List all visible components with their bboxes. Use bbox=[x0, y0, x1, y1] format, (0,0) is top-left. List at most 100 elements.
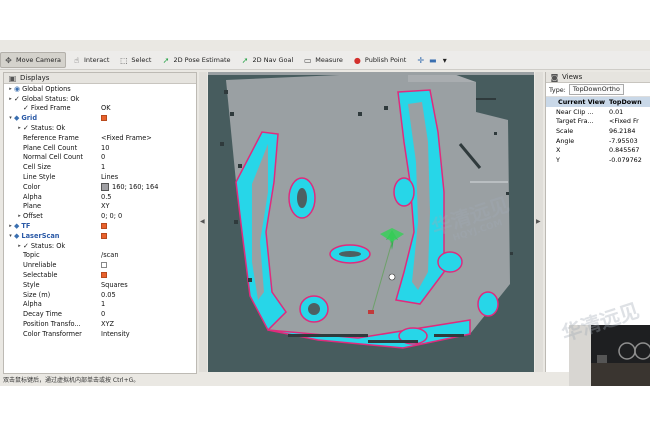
display-row-value[interactable]: Intensity bbox=[101, 329, 130, 339]
display-row[interactable]: Normal Cell Count 0 bbox=[4, 153, 196, 163]
display-row-label: Offset bbox=[23, 212, 43, 221]
tool-label: 2D Nav Goal bbox=[252, 56, 294, 64]
views-prop-value[interactable]: <Fixed Fr bbox=[605, 117, 650, 125]
collapse-left-icon[interactable]: ◀ bbox=[200, 218, 205, 225]
display-row[interactable]: Plane Cell Count 10 bbox=[4, 143, 196, 153]
views-row[interactable]: Angle -7.95503 bbox=[546, 136, 650, 146]
add-tool-button[interactable]: ✛ ▬ ▾ bbox=[413, 53, 456, 67]
views-row[interactable]: Near Clip ... 0.01 bbox=[546, 107, 650, 117]
views-prop-value[interactable]: -7.95503 bbox=[605, 137, 650, 145]
display-row[interactable]: ✓ Fixed Frame OK bbox=[4, 104, 196, 114]
display-row-label: Plane Cell Count bbox=[23, 143, 78, 152]
enable-checkbox[interactable] bbox=[101, 223, 107, 230]
tool-measure[interactable]: ▭ Measure bbox=[300, 53, 347, 67]
display-row[interactable]: Position Transfo... XYZ bbox=[4, 319, 196, 329]
expand-down-icon[interactable]: ▾ bbox=[7, 233, 14, 239]
views-prop-name: X bbox=[556, 146, 561, 155]
occupancy-map[interactable] bbox=[208, 72, 534, 372]
expand-right-icon[interactable]: ▸ bbox=[7, 96, 14, 102]
views-row[interactable]: Y -0.079762 bbox=[546, 155, 650, 165]
display-row-value[interactable] bbox=[101, 231, 109, 241]
expand-right-icon[interactable]: ▸ bbox=[7, 223, 14, 229]
display-row-value[interactable]: Lines bbox=[101, 172, 118, 182]
display-row[interactable]: ▾ ◆ LaserScan bbox=[4, 231, 196, 241]
display-row[interactable]: ▸ Offset 0; 0; 0 bbox=[4, 211, 196, 221]
display-row-label: Size (m) bbox=[23, 290, 51, 299]
display-row-value[interactable]: 0 bbox=[101, 309, 105, 319]
enable-checkbox[interactable] bbox=[101, 232, 107, 239]
display-row[interactable]: Decay Time 0 bbox=[4, 309, 196, 319]
views-row[interactable]: Scale 96.2184 bbox=[546, 126, 650, 136]
display-row-value[interactable] bbox=[101, 221, 109, 231]
display-row[interactable]: Cell Size 1 bbox=[4, 162, 196, 172]
enable-checkbox[interactable] bbox=[101, 262, 107, 269]
views-prop-value[interactable]: -0.079762 bbox=[605, 156, 650, 164]
display-row[interactable]: Size (m) 0.05 bbox=[4, 290, 196, 300]
views-prop-value[interactable]: 0.01 bbox=[605, 108, 650, 116]
color-swatch[interactable] bbox=[101, 182, 109, 191]
views-row[interactable]: Target Fra... <Fixed Fr bbox=[546, 117, 650, 127]
display-row-value[interactable]: 10 bbox=[101, 143, 109, 153]
display-row-label: Style bbox=[23, 280, 40, 289]
display-row-value[interactable]: /scan bbox=[101, 251, 119, 261]
tool-move-camera[interactable]: ✥ Move Camera bbox=[0, 52, 67, 68]
display-row[interactable]: ▸ ✓ Global Status: Ok bbox=[4, 94, 196, 104]
display-row[interactable]: Reference Frame <Fixed Frame> bbox=[4, 133, 196, 143]
tool-label: Select bbox=[131, 56, 152, 64]
views-prop-value[interactable]: 96.2184 bbox=[605, 127, 650, 135]
display-row[interactable]: ▸ ✓ Status: Ok bbox=[4, 241, 196, 251]
views-header: ◙ Views bbox=[546, 72, 650, 83]
views-prop-name: Angle bbox=[556, 136, 575, 145]
display-row-value[interactable] bbox=[101, 270, 109, 280]
enable-checkbox[interactable] bbox=[101, 272, 107, 279]
display-row[interactable]: Color Transformer Intensity bbox=[4, 329, 196, 339]
display-row-value[interactable] bbox=[101, 113, 109, 123]
display-row-value[interactable]: <Fixed Frame> bbox=[101, 133, 152, 143]
display-row-value[interactable]: 0; 0; 0 bbox=[101, 211, 122, 221]
display-row[interactable]: Alpha 1 bbox=[4, 300, 196, 310]
display-row-value[interactable]: XY bbox=[101, 202, 110, 212]
display-row[interactable]: Color 160; 160; 164 bbox=[4, 182, 196, 192]
display-row[interactable]: Selectable bbox=[4, 270, 196, 280]
expand-right-icon[interactable]: ▸ bbox=[16, 243, 23, 249]
tool-select[interactable]: ⬚ Select bbox=[116, 53, 155, 67]
view-type-select[interactable]: TopDownOrtho bbox=[568, 84, 624, 95]
display-row-value[interactable]: 0.05 bbox=[101, 290, 116, 300]
views-row[interactable]: X 0.845567 bbox=[546, 145, 650, 155]
display-row-value[interactable]: OK bbox=[101, 104, 111, 114]
display-row-label: Status: Ok bbox=[30, 124, 66, 133]
display-row-value[interactable]: XYZ bbox=[101, 319, 114, 329]
display-row[interactable]: Topic/scan bbox=[4, 251, 196, 261]
display-row-value[interactable]: 160; 160; 164 bbox=[101, 182, 158, 192]
right-splitter[interactable]: ▶ bbox=[535, 72, 543, 372]
display-row-value[interactable] bbox=[101, 260, 109, 270]
display-row[interactable]: ▾ ◆ Grid bbox=[4, 113, 196, 123]
display-row[interactable]: Alpha 0.5 bbox=[4, 192, 196, 202]
map-viewport[interactable] bbox=[208, 72, 534, 372]
display-row-value[interactable]: 1 bbox=[101, 162, 105, 172]
expand-right-icon[interactable]: ▸ bbox=[7, 86, 14, 92]
display-row-label: Cell Size bbox=[23, 163, 51, 172]
views-prop-value[interactable]: 0.845567 bbox=[605, 146, 650, 154]
left-splitter[interactable]: ◀ bbox=[199, 72, 207, 372]
tool-publish-point[interactable]: ● Publish Point bbox=[350, 53, 410, 67]
expand-right-icon[interactable]: ▸ bbox=[16, 125, 23, 131]
display-row[interactable]: ▸ ◆ TF bbox=[4, 221, 196, 231]
expand-down-icon[interactable]: ▾ bbox=[7, 115, 14, 121]
tool-nav-goal[interactable]: ➚ 2D Nav Goal bbox=[238, 53, 298, 67]
display-row[interactable]: ▸ ◉ Global Options bbox=[4, 84, 196, 94]
display-row[interactable]: Style Squares bbox=[4, 280, 196, 290]
display-row[interactable]: Unreliable bbox=[4, 260, 196, 270]
expand-right-icon[interactable]: ▸ bbox=[16, 213, 23, 219]
display-row-value[interactable]: 0.5 bbox=[101, 192, 112, 202]
enable-checkbox[interactable] bbox=[101, 115, 107, 122]
display-row[interactable]: Plane XY bbox=[4, 202, 196, 212]
tool-pose-estimate[interactable]: ➚ 2D Pose Estimate bbox=[158, 53, 234, 67]
display-row-value[interactable]: Squares bbox=[101, 280, 128, 290]
tool-interact[interactable]: ☝ Interact bbox=[69, 53, 113, 67]
display-row[interactable]: Line Style Lines bbox=[4, 172, 196, 182]
collapse-right-icon[interactable]: ▶ bbox=[536, 218, 541, 225]
display-row-value[interactable]: 0 bbox=[101, 153, 105, 163]
display-row-value[interactable]: 1 bbox=[101, 300, 105, 310]
display-row[interactable]: ▸ ✓ Status: Ok bbox=[4, 123, 196, 133]
